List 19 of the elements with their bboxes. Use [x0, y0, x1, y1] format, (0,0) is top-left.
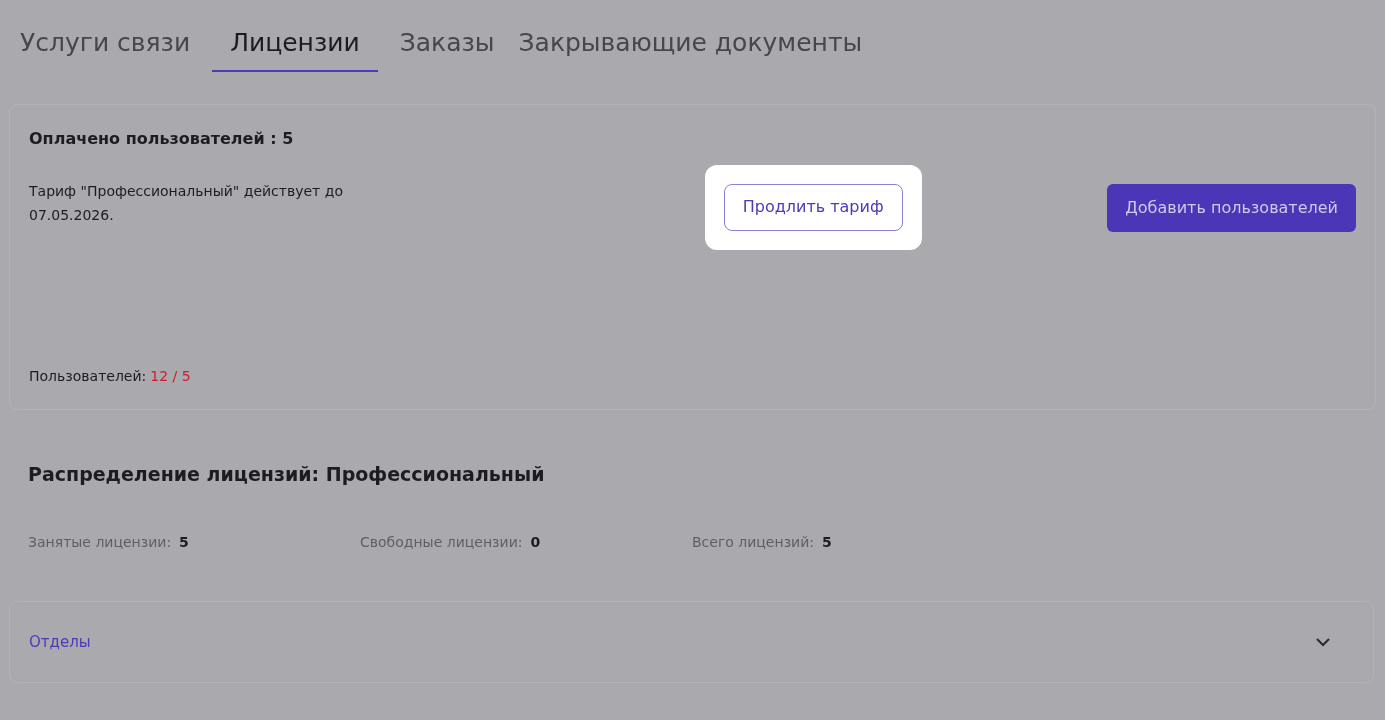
- distribution-title: Распределение лицензий: Профессиональный: [28, 461, 546, 487]
- stat-value: 0: [530, 533, 541, 552]
- tariff-description: Тариф "Профессиональный" действует до 07.05.2026.: [29, 181, 344, 225]
- users-count: 12 / 5: [150, 366, 191, 386]
- departments-accordion[interactable]: Отделы: [9, 601, 1374, 683]
- tab[interactable]: Закрывающие документы: [516, 24, 865, 72]
- extend-tariff-button[interactable]: Продлить тариф: [723, 183, 903, 231]
- stat-value: 5: [822, 533, 832, 552]
- chevron-icon: [1316, 637, 1330, 647]
- card-title: Оплачено пользователей : 5: [29, 127, 295, 150]
- stat-label: Занятые лицензии:: [28, 533, 172, 552]
- users-label: Пользователей:: [29, 366, 147, 386]
- tab[interactable]: Заказы: [397, 24, 497, 72]
- add-users-button[interactable]: Добавить пользователей: [1107, 183, 1356, 232]
- tab[interactable]: Лицензии: [212, 24, 378, 72]
- tab[interactable]: Услуги связи: [18, 24, 193, 72]
- stat-label: Всего лицензий:: [692, 533, 814, 552]
- stat-value: 5: [179, 533, 189, 552]
- stat-label: Свободные лицензии:: [360, 533, 523, 552]
